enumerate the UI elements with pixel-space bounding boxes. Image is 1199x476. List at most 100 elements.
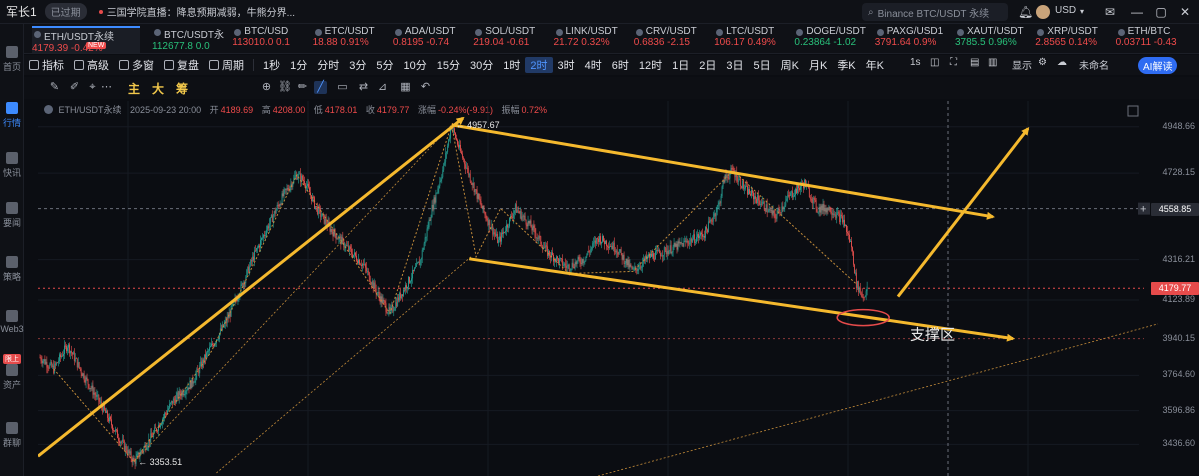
ticker-4[interactable]: ADA/USDT 0.8195 -0.74 [393, 26, 471, 53]
period-label: 15分 [436, 60, 460, 72]
cloud-icon[interactable]: ☁ [1057, 57, 1067, 68]
table-icon[interactable]: ▤ [970, 57, 979, 68]
period-2[interactable]: 多窗 [114, 57, 159, 73]
layout-name[interactable]: 未命名 [1079, 57, 1109, 72]
period-13[interactable]: 1时 [498, 57, 525, 73]
period-16[interactable]: 4时 [580, 57, 607, 73]
camera-icon[interactable]: ◫ [930, 57, 939, 68]
ticker-6[interactable]: LINK/USDT 21.72 0.32% [554, 26, 632, 53]
period-22[interactable]: 5日 [749, 57, 776, 73]
period-10[interactable]: 10分 [399, 57, 432, 73]
bell-icon[interactable]: 🔔︎ [1018, 5, 1033, 19]
undo-icon[interactable]: ↶ [419, 81, 432, 94]
y-tick: 3764.60 [1162, 369, 1195, 380]
candle-body [825, 209, 827, 213]
ticker-13[interactable]: ETH/BTC 0.03711 -0.43 [1116, 26, 1194, 53]
period-15[interactable]: 3时 [553, 57, 580, 73]
ticker-11[interactable]: XAUT/USDT 3785.5 0.96% [955, 26, 1033, 53]
close-icon[interactable]: ✕ [1178, 5, 1192, 19]
ruler-icon[interactable]: ✎ [48, 81, 61, 94]
ticker-7[interactable]: CRV/USDT 0.6836 -2.15 [634, 26, 712, 53]
magnet-icon[interactable]: ⊕ [260, 81, 273, 94]
nav-item-2[interactable]: 快讯 [0, 152, 24, 179]
grid-icon[interactable]: ▦ [399, 81, 412, 94]
period-11[interactable]: 15分 [432, 57, 465, 73]
fullscreen-icon[interactable]: ⛶ [950, 57, 957, 68]
period-19[interactable]: 1日 [667, 57, 694, 73]
interval-1s[interactable]: 1s [910, 57, 921, 68]
nav-item-5[interactable]: Web3 [0, 310, 24, 334]
period-0[interactable]: 指标 [24, 57, 69, 73]
period-21[interactable]: 3日 [721, 57, 748, 73]
candle-body [549, 250, 550, 256]
link-icon[interactable]: ⛓ [278, 81, 292, 94]
period-9[interactable]: 5分 [371, 57, 398, 73]
ticker-0[interactable]: ETH/USDT永续4179.39 -0.42%NEW [32, 26, 140, 53]
period-20[interactable]: 2日 [694, 57, 721, 73]
gear-icon[interactable]: ⚙ [1038, 57, 1047, 68]
news-ticker[interactable]: 三国学院直播：降息预期减弱，牛熊分界... [107, 4, 295, 19]
nav-item-3[interactable]: 要闻 [0, 202, 24, 229]
ticker-2[interactable]: BTC/USD 113010.0 0.1 [232, 26, 310, 53]
nav-item-0[interactable]: 首页 [0, 46, 24, 73]
candle-body [579, 259, 581, 263]
chart-canvas[interactable]: ← 4957.67 ← 3353.51 支撑区 + [37, 101, 1199, 476]
expand-icon[interactable] [1127, 105, 1139, 117]
mail-icon[interactable]: ✉ [1103, 5, 1117, 19]
ticker-9[interactable]: DOGE/USDT 0.23864 -1.02 [794, 26, 872, 53]
indicator-0[interactable]: 主 [128, 80, 140, 97]
period-14[interactable]: 2时 [525, 57, 553, 73]
nav-item-1[interactable]: 行情 [0, 102, 24, 129]
indicator-1[interactable]: 大 [152, 80, 164, 97]
box-icon[interactable]: ▭ [336, 81, 349, 94]
minimize-icon[interactable]: — [1130, 5, 1144, 19]
indicator-2[interactable]: 筹 [176, 80, 188, 97]
nav-item-7[interactable]: 群聊 [0, 422, 24, 449]
ticker-3[interactable]: ETC/USDT 18.88 0.91% [313, 26, 391, 53]
period-7[interactable]: 分时 [312, 57, 344, 73]
display-button[interactable]: 显示 [1012, 57, 1032, 72]
filter-icon[interactable]: ⊿ [376, 81, 389, 94]
avatar[interactable] [1036, 5, 1050, 19]
nav-item-6[interactable]: 资产 限上 [0, 354, 24, 391]
nav-label: 行情 [2, 118, 21, 128]
pen-icon[interactable]: ✐ [68, 81, 81, 94]
period-25[interactable]: 季K [832, 57, 860, 73]
nav-label: 要闻 [2, 218, 21, 228]
period-5[interactable]: 1秒 [258, 57, 285, 73]
period-24[interactable]: 月K [804, 57, 832, 73]
ticker-1[interactable]: BTC/USDT永 112677.8 0.0 [152, 26, 230, 53]
ticker-12[interactable]: XRP/USDT 2.8565 0.14% [1035, 26, 1113, 53]
period-6[interactable]: 1分 [285, 57, 312, 73]
period-26[interactable]: 年K [861, 57, 889, 73]
candle-body [491, 225, 493, 229]
layout-icon[interactable]: ▥ [988, 57, 997, 68]
maximize-icon[interactable]: ▢ [1154, 5, 1168, 19]
ticker-5[interactable]: SOL/USDT 219.04 -0.61 [473, 26, 551, 53]
period-1[interactable]: 高级 [69, 57, 114, 73]
crosshair-icon[interactable]: ⌖ [86, 81, 99, 94]
ticker-8[interactable]: LTC/USDT 106.17 0.49% [714, 26, 792, 53]
currency-select[interactable]: USD [1055, 5, 1076, 16]
period-8[interactable]: 3分 [344, 57, 371, 73]
price-chart[interactable]: ← 4957.67 ← 3353.51 支撑区 + [37, 101, 1199, 476]
ticker-10[interactable]: PAXG/USD1 3791.64 0.9% [875, 26, 953, 53]
period-18[interactable]: 12时 [634, 57, 667, 73]
line-tool-icon[interactable]: ╱ [314, 81, 327, 94]
candle-body [781, 206, 783, 213]
period-12[interactable]: 30分 [465, 57, 498, 73]
nav-item-4[interactable]: 策略 [0, 256, 24, 283]
period-17[interactable]: 6时 [607, 57, 634, 73]
period-4[interactable]: 周期 [204, 57, 249, 73]
candle-body [785, 200, 787, 206]
nav-label: 首页 [2, 62, 21, 72]
candle-body [167, 408, 169, 411]
more-dots-icon[interactable]: ⋯ [100, 81, 113, 94]
compare-icon[interactable]: ⇄ [357, 81, 370, 94]
ai-explain-button[interactable]: AI解读 [1138, 57, 1178, 74]
search-input[interactable]: ⌕ Binance BTC/USDT 永续 [862, 3, 1008, 21]
candle-body [433, 197, 435, 210]
period-23[interactable]: 周K [776, 57, 804, 73]
period-3[interactable]: 复盘 [159, 57, 204, 73]
brush-icon[interactable]: ✏ [296, 81, 309, 94]
